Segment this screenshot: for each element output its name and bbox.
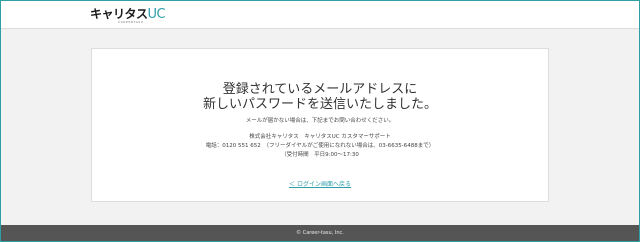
support-phone: 電話：0120 551 652 （フリーダイヤルがご使用になれない場合は、03-…: [205, 143, 435, 149]
site-header: キャリタスUC CAREERTASU: [0, 0, 640, 29]
copyright-text: © Career-tasu, Inc.: [296, 230, 344, 236]
site-footer: © Career-tasu, Inc.: [0, 225, 640, 242]
logo-subtext: CAREERTASU: [118, 20, 144, 24]
careertasu-uc-logo[interactable]: キャリタスUC CAREERTASU: [90, 5, 166, 25]
customer-support-info: 株式会社キャリタス キャリタスUC カスタマーサポート 電話：0120 551 …: [92, 133, 548, 160]
back-to-login-link[interactable]: ＜ ログイン画面へ戻る: [92, 179, 548, 188]
confirmation-card: 登録されているメールアドレスに 新しいパスワードを送信いたしました。 メールが届…: [91, 48, 549, 202]
logo-uc-text: UC: [147, 7, 166, 22]
support-hours: （受付時間 平日9:00〜17:30: [281, 152, 359, 158]
title-line-1: 登録されているメールアドレスに: [222, 82, 418, 97]
confirmation-title: 登録されているメールアドレスに 新しいパスワードを送信いたしました。: [92, 82, 548, 112]
logo-main-text: キャリタス: [90, 7, 148, 21]
title-line-2: 新しいパスワードを送信いたしました。: [202, 97, 437, 112]
no-email-note: メールが届かない場合は、下記までお問い合わせください。: [245, 118, 395, 124]
support-company: 株式会社キャリタス キャリタスUC カスタマーサポート: [249, 134, 391, 140]
